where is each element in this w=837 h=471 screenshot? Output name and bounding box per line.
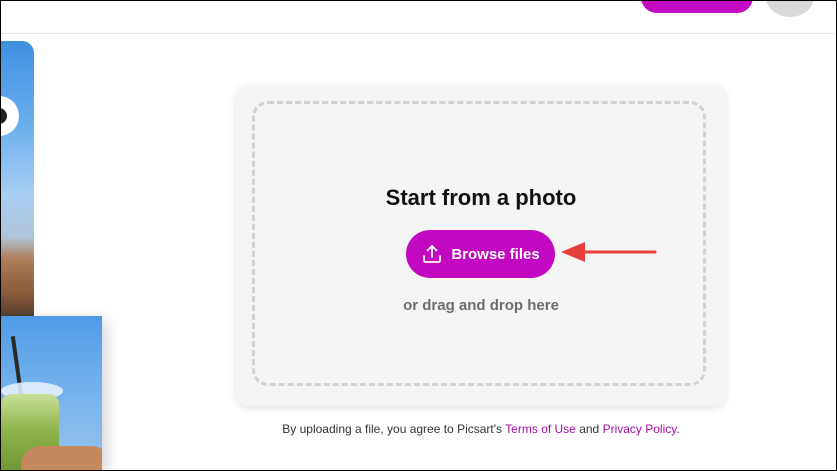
annotation-arrow-icon [561,242,657,262]
browse-files-label: Browse files [451,245,540,263]
top-action-button[interactable] [641,1,753,13]
privacy-policy-link[interactable]: Privacy Policy [603,422,677,436]
template-thumbnail-drink[interactable] [1,316,102,470]
hand-graphic [21,446,102,470]
legal-prefix: By uploading a file, you agree to Picsar… [282,422,503,436]
legal-notice: By uploading a file, you agree to Picsar… [1,422,836,436]
terms-of-use-link[interactable]: Terms of Use [505,422,576,436]
legal-suffix: . [676,422,680,436]
browse-files-button[interactable]: Browse files [406,230,555,278]
upload-icon [421,243,443,265]
drag-drop-hint: or drag and drop here [403,297,559,314]
template-thumbnail-beach[interactable] [1,41,34,321]
avatar[interactable] [766,1,814,17]
thumbnail-badge-icon [1,96,19,136]
legal-and: and [579,422,600,436]
app-window: Start from a photo Browse files or drag … [0,0,837,471]
upload-title: Start from a photo [385,185,577,210]
top-bar [1,1,836,34]
